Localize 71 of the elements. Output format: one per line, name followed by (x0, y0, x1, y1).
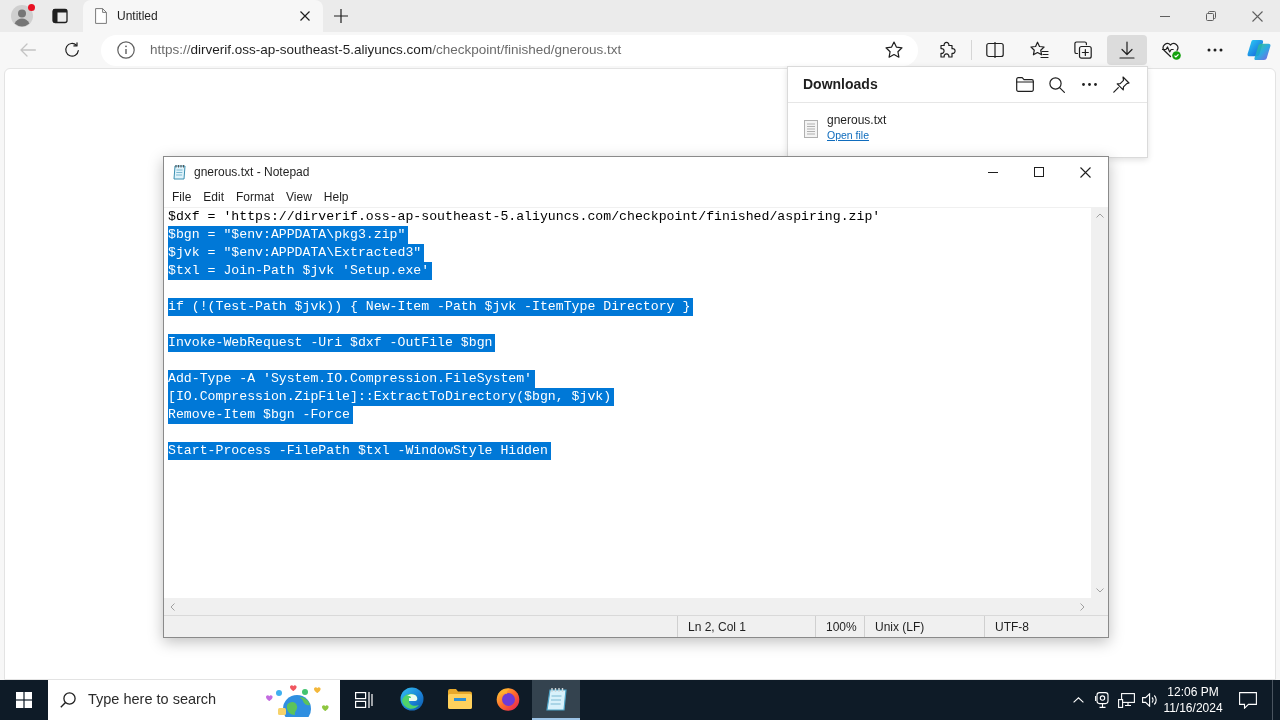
open-file-link[interactable]: Open file (827, 128, 870, 143)
pin-icon (1112, 76, 1130, 93)
scroll-left-icon (170, 602, 175, 611)
close-icon (300, 11, 310, 21)
restore-icon (1206, 11, 1216, 21)
vertical-scrollbar[interactable] (1091, 208, 1108, 598)
close-icon (1079, 166, 1091, 178)
camera-icon (1094, 692, 1110, 708)
refresh-icon (64, 42, 80, 58)
close-icon (1251, 10, 1263, 22)
search-icon (1049, 76, 1065, 93)
notepad-icon (545, 687, 567, 711)
minimize-icon (988, 171, 998, 173)
panel-title: Downloads (803, 75, 878, 94)
notification-dot-icon (28, 4, 35, 11)
menu-item[interactable]: Help (317, 187, 355, 207)
search-box[interactable]: Type here to search (48, 680, 340, 720)
browser-tab[interactable]: Untitled (83, 0, 323, 32)
scroll-down-icon (1095, 588, 1104, 593)
collections-icon (1074, 41, 1092, 59)
notepad-icon (172, 164, 188, 180)
split-screen-icon (986, 42, 1004, 58)
scroll-right-icon (1080, 602, 1085, 611)
windows-logo-icon (16, 692, 32, 708)
wave-logo-icon (400, 687, 424, 711)
notepad-app-button[interactable] (532, 680, 580, 720)
horizontal-scrollbar[interactable] (164, 598, 1108, 615)
more-icon (1207, 48, 1223, 52)
heart-pulse-icon (1161, 40, 1181, 60)
minimize-icon (1160, 15, 1170, 17)
menu-item[interactable]: File (166, 187, 198, 207)
code-line: $dxf = 'https://dirverif.oss-ap-southeast-5.aliyuncs.com/checkpoint/finished/aspiring.zip' (168, 208, 882, 226)
plus-icon (334, 9, 348, 23)
encoding-text: UTF-8 (984, 616, 1108, 637)
search-input[interactable]: Type here to search (88, 689, 248, 711)
star-icon (885, 41, 903, 59)
favorite-button[interactable] (884, 40, 904, 60)
search-icon (60, 692, 76, 708)
info-icon (117, 41, 135, 59)
task-view-icon (355, 692, 373, 708)
favorites-list-icon (1029, 41, 1049, 59)
speech-bubble-icon (1239, 691, 1257, 709)
menu-item[interactable]: View (280, 187, 318, 207)
clock[interactable]: 12:06 PM 11/16/2024 (1162, 680, 1224, 720)
speaker-icon (1142, 693, 1158, 707)
document-icon (95, 8, 107, 24)
ribbon-logo-icon (1247, 39, 1271, 61)
window-title: gnerous.txt - Notepad (194, 164, 310, 181)
network-icon (1117, 692, 1135, 708)
back-arrow-icon (20, 43, 36, 57)
download-icon (1119, 41, 1135, 59)
chevron-up-icon (1072, 697, 1084, 703)
menu-item[interactable]: Format (230, 187, 281, 207)
more-icon (1081, 83, 1097, 86)
vertical-tabs-icon (52, 8, 68, 24)
maximize-icon (1034, 167, 1044, 177)
puzzle-icon (938, 41, 956, 59)
folder-icon (1016, 77, 1034, 92)
file-name: gnerous.txt (827, 112, 887, 128)
address-bar[interactable]: https://dirverif.oss-ap-southeast-5.aliyuncs.com/checkpoint/finished/gnerous.txt (101, 34, 918, 66)
zoom-level-text: 100% (815, 616, 864, 637)
fox-logo-icon (496, 687, 520, 711)
line-ending-text: Unix (LF) (864, 616, 984, 637)
avatar-icon (11, 5, 33, 27)
folder-icon (448, 689, 472, 709)
menu-item[interactable]: Edit (197, 187, 231, 207)
cursor-position-text: Ln 2, Col 1 (677, 616, 815, 637)
url-text: https://dirverif.oss-ap-southeast-5.aliyuncs.com/checkpoint/finished/gnerous.txt (150, 40, 622, 59)
scroll-up-icon (1095, 213, 1104, 218)
text-file-icon (804, 120, 818, 138)
downloads-button[interactable] (1107, 35, 1147, 65)
